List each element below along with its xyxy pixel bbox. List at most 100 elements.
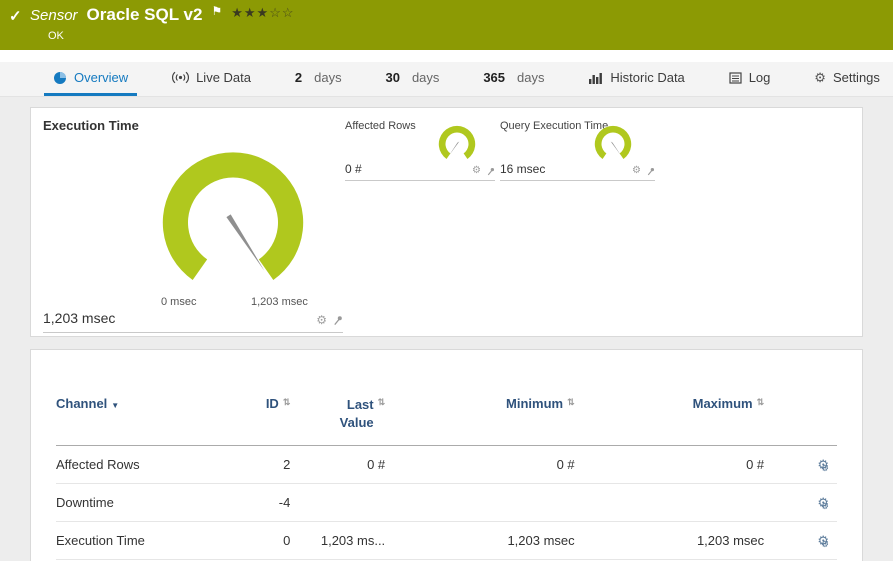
tab-label: Overview: [74, 70, 129, 85]
table-row: Downtime -4 ⚙ ⚙: [56, 483, 837, 523]
gauge-needle: [448, 141, 460, 156]
channels-table: Channel ▼ ID ⇅ Last Value ⇅ Minimum ⇅ Maximu…: [56, 392, 837, 561]
sensor-header: ✓ Sensor Oracle SQL v2 ⚑ ★★★☆☆ OK: [0, 0, 893, 50]
column-header-last-value[interactable]: Last Value ⇅: [290, 392, 386, 447]
sort-icon: ⇅: [756, 397, 765, 407]
status-check-icon: ✓: [9, 8, 22, 25]
tab-label-number: 365: [483, 70, 506, 85]
column-header-actions: [764, 392, 837, 447]
tab-label-number: 2: [294, 70, 303, 85]
channels-panel: Channel ▼ ID ⇅ Last Value ⇅ Minimum ⇅ Maximu…: [30, 349, 863, 561]
gauge-actions: ⚙: [316, 314, 343, 326]
status-badge: OK: [48, 30, 64, 42]
affected-rows-gauge-block: Affected Rows 0 # ⚙: [345, 120, 495, 190]
column-label: ID: [265, 396, 279, 411]
tab-live-data[interactable]: Live Data: [163, 62, 260, 96]
channel-minimum: 1,203 msec: [385, 521, 575, 561]
tab-log[interactable]: Log: [720, 62, 780, 96]
tab-bar: Overview Live Data 2 days 30 days 365 days: [0, 62, 893, 97]
tab-label: Settings: [832, 70, 880, 85]
gauge-settings-gear-icon[interactable]: ⚙: [632, 166, 641, 176]
flag-icon: ⚑: [211, 4, 223, 18]
stars-empty: ☆☆: [269, 5, 295, 20]
channel-name: Downtime: [56, 483, 231, 523]
tab-label-word: days: [411, 70, 440, 85]
column-label: Last Value: [339, 397, 374, 430]
sort-icon: ⇅: [377, 397, 386, 407]
tab-label-word: days: [314, 70, 342, 85]
gauge-settings-gear-icon[interactable]: ⚙: [316, 314, 327, 326]
stars-filled: ★★★: [231, 5, 270, 20]
tab-historic-data[interactable]: Historic Data: [579, 62, 693, 96]
tab-label: Historic Data: [610, 70, 685, 85]
channel-maximum: 0 #: [574, 445, 765, 485]
sensor-title-row: Sensor Oracle SQL v2 ⚑ ★★★☆☆: [30, 4, 295, 25]
sort-desc-icon: ▼: [111, 401, 120, 410]
gauge-actions: ⚙: [632, 166, 655, 176]
gauge-pin-icon[interactable]: [646, 167, 655, 176]
gauge-title: Execution Time: [43, 118, 139, 133]
tab-label: Log: [748, 70, 771, 85]
tab-label: Live Data: [196, 70, 251, 85]
column-label: Channel: [56, 396, 108, 411]
bar-chart-icon: [589, 72, 603, 84]
execution-time-gauge: [162, 152, 304, 281]
priority-stars[interactable]: ★★★☆☆: [231, 5, 294, 21]
tab-label-word: days: [517, 70, 545, 85]
channel-minimum: 0 #: [385, 445, 575, 485]
table-row: Affected Rows 2 0 # 0 # 0 # ⚙ ⚙: [56, 445, 837, 485]
gauge-min-label: 0 msec: [161, 296, 197, 308]
channel-last-value: [290, 483, 386, 523]
column-header-id[interactable]: ID ⇅: [230, 392, 291, 447]
live-signal-icon: [172, 71, 190, 84]
gauges-panel: Execution Time 0 msec 1,203 msec 1,203 m…: [30, 107, 863, 337]
gauge-value: 16 msec: [500, 162, 546, 176]
channel-name: Affected Rows: [56, 445, 231, 485]
channel-maximum: [574, 483, 765, 523]
channel-settings-icon[interactable]: ⚙ ⚙: [809, 533, 829, 549]
column-header-minimum[interactable]: Minimum ⇅: [385, 392, 575, 447]
pie-chart-icon: [54, 71, 66, 84]
gauge-max-label: 1,203 msec: [251, 296, 308, 308]
tab-30-days[interactable]: 30 days: [376, 62, 448, 96]
header-gap: [0, 50, 893, 62]
channel-name: Execution Time: [56, 521, 231, 561]
log-list-icon: [729, 71, 742, 84]
column-label: Maximum: [692, 396, 753, 411]
tab-overview[interactable]: Overview: [44, 62, 138, 96]
query-execution-time-gauge-block: Query Execution Time 16 msec ⚙: [500, 120, 655, 190]
gauge-value: 0 #: [345, 162, 362, 176]
channel-id: 2: [230, 445, 291, 485]
gauge-settings-gear-icon[interactable]: ⚙: [472, 166, 481, 176]
gauge-pin-icon[interactable]: [486, 167, 495, 176]
column-header-maximum[interactable]: Maximum ⇅: [574, 392, 765, 447]
gauge-value: 1,203 msec: [43, 310, 116, 326]
channel-settings-icon[interactable]: ⚙ ⚙: [809, 495, 829, 511]
gauge-needle: [610, 141, 622, 156]
tab-2-days[interactable]: 2 days: [286, 62, 351, 96]
gauge-footer: 1,203 msec ⚙: [43, 310, 343, 333]
channel-last-value: 0 #: [290, 445, 386, 485]
object-kind-label: Sensor: [30, 6, 78, 24]
gauge-footer: 16 msec ⚙: [500, 162, 655, 181]
channel-id: -4: [230, 483, 291, 523]
sensor-title: Oracle SQL v2: [86, 5, 203, 24]
channel-settings-icon[interactable]: ⚙ ⚙: [809, 457, 829, 473]
column-header-channel[interactable]: Channel ▼: [56, 392, 231, 447]
prtg-sensor-page: ✓ Sensor Oracle SQL v2 ⚑ ★★★☆☆ OK Overvi…: [0, 0, 893, 561]
column-label: Minimum: [506, 396, 564, 411]
table-header-row: Channel ▼ ID ⇅ Last Value ⇅ Minimum ⇅ Maximu…: [56, 392, 837, 447]
gauge-pin-icon[interactable]: [332, 315, 343, 326]
execution-time-gauge-block: Execution Time 0 msec 1,203 msec 1,203 m…: [43, 118, 351, 333]
channel-id: 0: [230, 521, 291, 561]
table-row: Execution Time 0 1,203 ms... 1,203 msec …: [56, 521, 837, 561]
tab-365-days[interactable]: 365 days: [474, 62, 553, 96]
channel-maximum: 1,203 msec: [574, 521, 765, 561]
channel-last-value: 1,203 ms...: [290, 521, 386, 561]
gauge-footer: 0 # ⚙: [345, 162, 495, 181]
gauge-needle: [226, 214, 265, 271]
channel-minimum: [385, 483, 575, 523]
sort-icon: ⇅: [567, 397, 575, 407]
tab-settings[interactable]: ⚙ Settings: [805, 62, 889, 96]
tab-label-number: 30: [385, 70, 400, 85]
